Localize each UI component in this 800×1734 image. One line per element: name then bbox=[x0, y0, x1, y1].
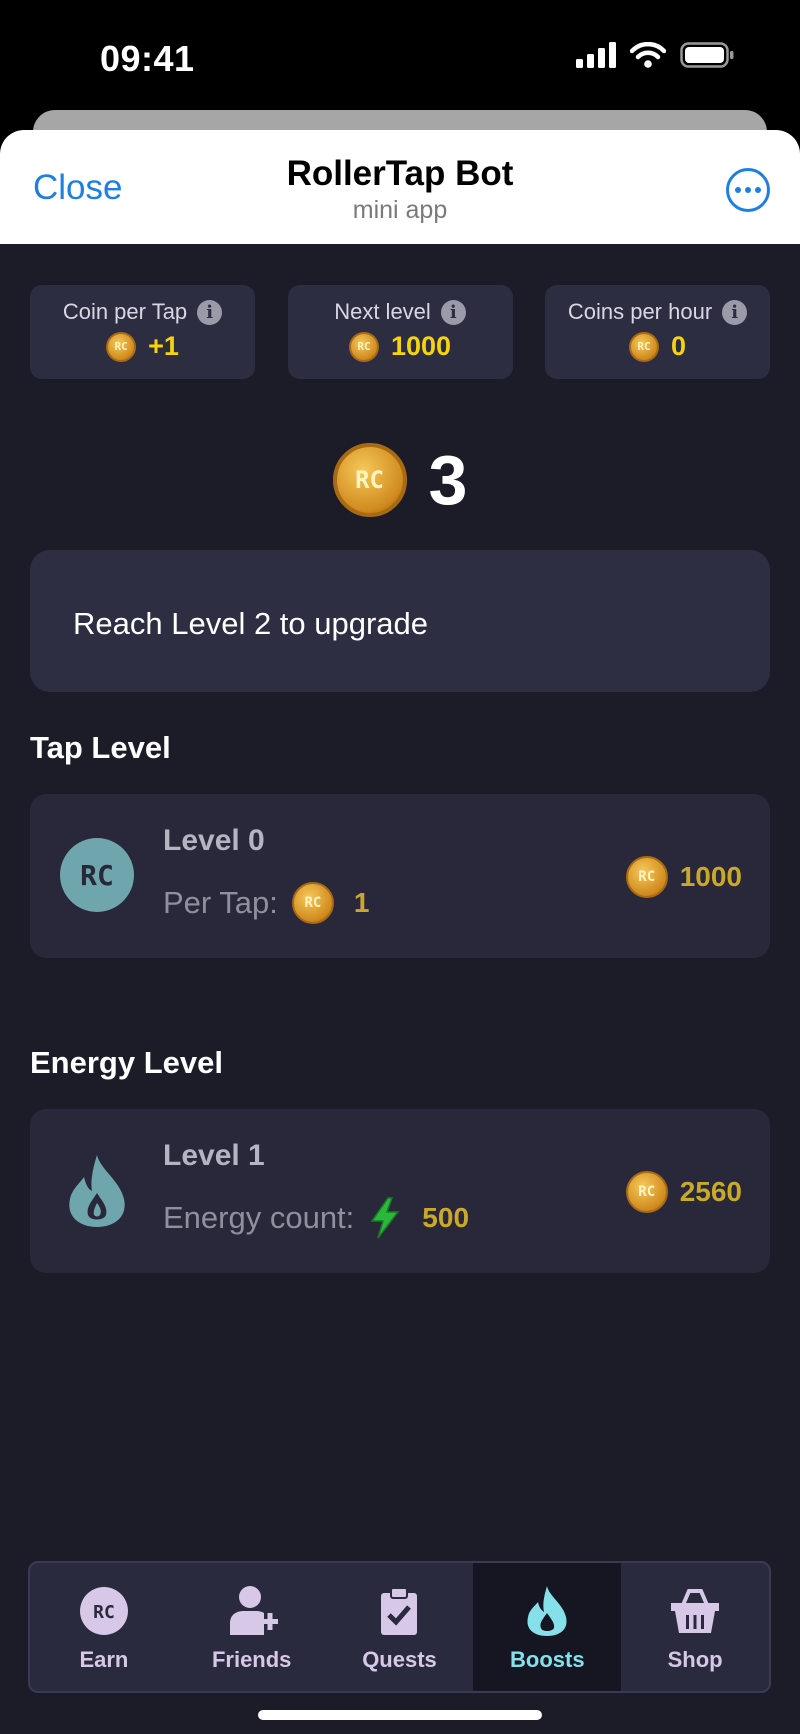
coin-icon: RC bbox=[291, 882, 334, 924]
detail-value: 1 bbox=[353, 887, 370, 918]
nav-label: Friends bbox=[211, 1647, 292, 1672]
info-icon[interactable]: i bbox=[722, 300, 748, 325]
svg-text:RC: RC bbox=[93, 1602, 115, 1623]
price-value: 2560 bbox=[679, 1176, 742, 1207]
ellipsis-circle-icon[interactable] bbox=[726, 168, 770, 212]
energy-level-card[interactable]: Level 1 Energy count: 500 RC 2560 bbox=[30, 1109, 770, 1273]
lightning-bolt-icon bbox=[370, 1197, 400, 1239]
detail-value: 500 bbox=[422, 1202, 470, 1233]
tap-level-card[interactable]: RC Level 0 Per Tap: RC 1 RC 1000 bbox=[30, 794, 770, 958]
upgrade-price: RC 2560 bbox=[625, 1171, 742, 1213]
nav-boosts[interactable]: Boosts bbox=[473, 1563, 622, 1691]
stat-next-level: Next level i RC 1000 bbox=[287, 285, 513, 379]
svg-text:RC: RC bbox=[80, 859, 114, 892]
stat-value: 0 bbox=[670, 331, 687, 361]
price-value: 1000 bbox=[679, 861, 742, 892]
mini-app-header: Close RollerTap Bot mini app bbox=[0, 130, 800, 244]
level-name: Level 1 bbox=[163, 1139, 265, 1172]
coin-balance: RC 3 bbox=[0, 440, 800, 520]
status-bar: 09:41 bbox=[0, 0, 800, 110]
tap-level-title: Tap Level bbox=[30, 730, 171, 765]
wifi-icon bbox=[630, 42, 666, 68]
coin-icon: RC bbox=[348, 331, 379, 362]
notice-text: Reach Level 2 to upgrade bbox=[73, 606, 429, 641]
battery-icon bbox=[680, 42, 734, 68]
level-detail: Energy count: 500 bbox=[163, 1197, 469, 1239]
stat-label: Next level bbox=[334, 299, 431, 324]
nav-quests[interactable]: Quests bbox=[326, 1563, 474, 1691]
cellular-signal-icon bbox=[576, 42, 616, 68]
coin-icon: RC bbox=[628, 331, 659, 362]
level-name: Level 0 bbox=[163, 824, 265, 857]
stat-label: Coin per Tap bbox=[62, 299, 188, 324]
flame-icon bbox=[527, 1586, 567, 1636]
info-icon[interactable]: i bbox=[440, 300, 466, 325]
nav-label: Boosts bbox=[510, 1647, 585, 1672]
nav-label: Shop bbox=[667, 1647, 723, 1672]
energy-level-title: Energy Level bbox=[30, 1045, 223, 1080]
nav-earn[interactable]: RC Earn bbox=[30, 1563, 178, 1691]
nav-label: Quests bbox=[362, 1647, 437, 1672]
basket-icon bbox=[671, 1589, 720, 1633]
rc-coin-icon: RC bbox=[79, 1587, 128, 1635]
balance-value: 3 bbox=[428, 441, 468, 519]
status-icons bbox=[576, 42, 734, 68]
stat-value: 1000 bbox=[390, 331, 452, 361]
home-indicator bbox=[258, 1710, 542, 1720]
level-detail: Per Tap: RC 1 bbox=[163, 882, 369, 924]
stats-row: Coin per Tap i RC +1 Next level i RC 1000 Co… bbox=[30, 285, 770, 379]
coin-icon: RC bbox=[106, 331, 137, 362]
bottom-nav: RC Earn Friends Quests Boosts Shop bbox=[28, 1561, 771, 1693]
app-subtitle: mini app bbox=[352, 196, 448, 224]
coin-icon: RC bbox=[625, 1171, 668, 1213]
status-time: 09:41 bbox=[100, 38, 195, 79]
detail-label: Per Tap: bbox=[163, 885, 278, 920]
stat-coins-per-hour: Coins per hour i RC 0 bbox=[545, 285, 770, 379]
boosts-screen: Coin per Tap i RC +1 Next level i RC 1000 Co… bbox=[0, 244, 800, 1734]
stat-coin-per-tap: Coin per Tap i RC +1 bbox=[30, 285, 255, 379]
nav-label: Earn bbox=[79, 1647, 129, 1672]
rc-badge-icon: RC bbox=[60, 838, 134, 912]
coin-icon: RC bbox=[625, 856, 668, 898]
add-friend-icon bbox=[229, 1586, 278, 1635]
info-icon[interactable]: i bbox=[197, 300, 223, 325]
stat-value: +1 bbox=[148, 331, 179, 361]
stat-label: Coins per hour bbox=[567, 299, 713, 324]
upgrade-price: RC 1000 bbox=[625, 856, 742, 898]
nav-shop[interactable]: Shop bbox=[621, 1563, 769, 1691]
app-title: RollerTap Bot bbox=[286, 154, 514, 193]
upgrade-notice: Reach Level 2 to upgrade bbox=[30, 550, 770, 692]
detail-label: Energy count: bbox=[163, 1200, 355, 1235]
nav-friends[interactable]: Friends bbox=[178, 1563, 326, 1691]
flame-icon bbox=[69, 1155, 125, 1227]
clipboard-check-icon bbox=[381, 1587, 418, 1635]
coin-icon: RC bbox=[332, 443, 407, 517]
